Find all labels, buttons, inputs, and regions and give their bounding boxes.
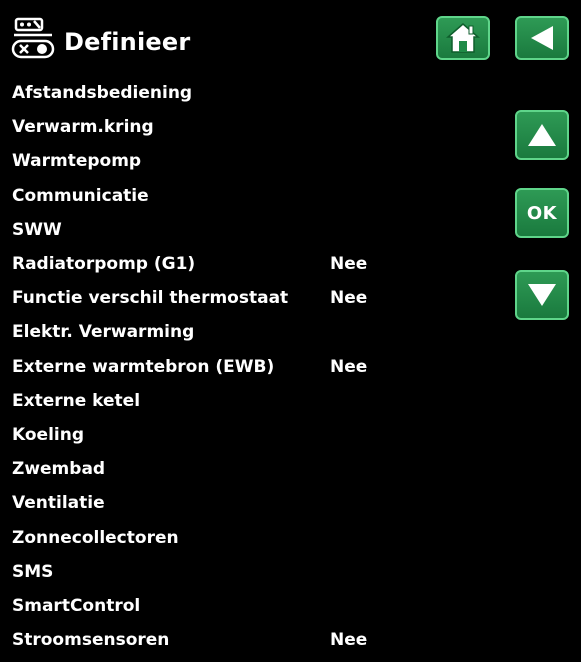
- menu-item-label: Externe ketel: [12, 390, 141, 411]
- remote-control-icon: [11, 17, 55, 59]
- arrow-up-icon: [528, 124, 556, 146]
- menu-item[interactable]: Koeling: [12, 418, 492, 452]
- menu-item[interactable]: SWW: [12, 213, 492, 247]
- menu-item-value: Nee: [330, 254, 368, 275]
- screen: Definieer OK Afstandsbediening Verwarm.kr…: [0, 0, 581, 662]
- scroll-up-button[interactable]: [515, 110, 569, 160]
- menu-item-label: Radiatorpomp (G1): [12, 254, 196, 275]
- menu-item-label: Afstandsbediening: [12, 83, 193, 104]
- menu-item-label: Stroomsensoren: [12, 630, 170, 651]
- menu-item-value: Nee: [330, 630, 368, 651]
- menu-item[interactable]: Zonnecollectoren: [12, 520, 492, 554]
- menu-item[interactable]: Verwarm.kring: [12, 110, 492, 144]
- menu-item[interactable]: Ventilatie: [12, 486, 492, 520]
- menu-item[interactable]: SmartControl: [12, 589, 492, 623]
- menu-item-label: Ventilatie: [12, 493, 105, 514]
- menu-item[interactable]: Elektr. Verwarming: [12, 315, 492, 349]
- menu-item-label: Koeling: [12, 424, 85, 445]
- menu-item[interactable]: Afstandsbediening: [12, 76, 492, 110]
- page-header: Definieer: [10, 14, 190, 64]
- menu-item-label: SmartControl: [12, 595, 141, 616]
- menu-item-label: Verwarm.kring: [12, 117, 154, 138]
- menu-item[interactable]: Stroomsensoren Nee: [12, 623, 492, 657]
- menu-item-label: SMS: [12, 561, 54, 582]
- home-button[interactable]: [436, 16, 490, 60]
- menu-item-label: Zwembad: [12, 459, 106, 480]
- home-icon: [446, 23, 480, 53]
- back-arrow-icon: [531, 26, 553, 50]
- menu-item-value: Nee: [330, 288, 368, 309]
- menu-item-label: SWW: [12, 219, 62, 240]
- menu-item-label: Warmtepomp: [12, 151, 142, 172]
- menu-item-label: Zonnecollectoren: [12, 527, 179, 548]
- menu-item[interactable]: Warmtepomp: [12, 144, 492, 178]
- menu-item[interactable]: Radiatorpomp (G1) Nee: [12, 247, 492, 281]
- menu-item[interactable]: Zwembad: [12, 452, 492, 486]
- menu-item-label: Externe warmtebron (EWB): [12, 356, 275, 377]
- menu-item-label: Elektr. Verwarming: [12, 322, 195, 343]
- menu-item[interactable]: Externe warmtebron (EWB) Nee: [12, 350, 492, 384]
- menu-item[interactable]: Functie verschil thermostaat Nee: [12, 281, 492, 315]
- menu-item-value: Nee: [330, 356, 368, 377]
- arrow-down-icon: [528, 284, 556, 306]
- menu-item-label: Communicatie: [12, 185, 149, 206]
- menu-item[interactable]: Externe ketel: [12, 384, 492, 418]
- settings-menu: Afstandsbediening Verwarm.kring Warmtepomp…: [12, 76, 492, 657]
- scroll-down-button[interactable]: [515, 270, 569, 320]
- menu-item[interactable]: SMS: [12, 555, 492, 589]
- back-button[interactable]: [515, 16, 569, 60]
- page-title: Definieer: [64, 28, 191, 56]
- ok-button[interactable]: OK: [515, 188, 569, 238]
- menu-item-label: Functie verschil thermostaat: [12, 288, 289, 309]
- ok-label: OK: [526, 202, 558, 224]
- menu-item[interactable]: Communicatie: [12, 179, 492, 213]
